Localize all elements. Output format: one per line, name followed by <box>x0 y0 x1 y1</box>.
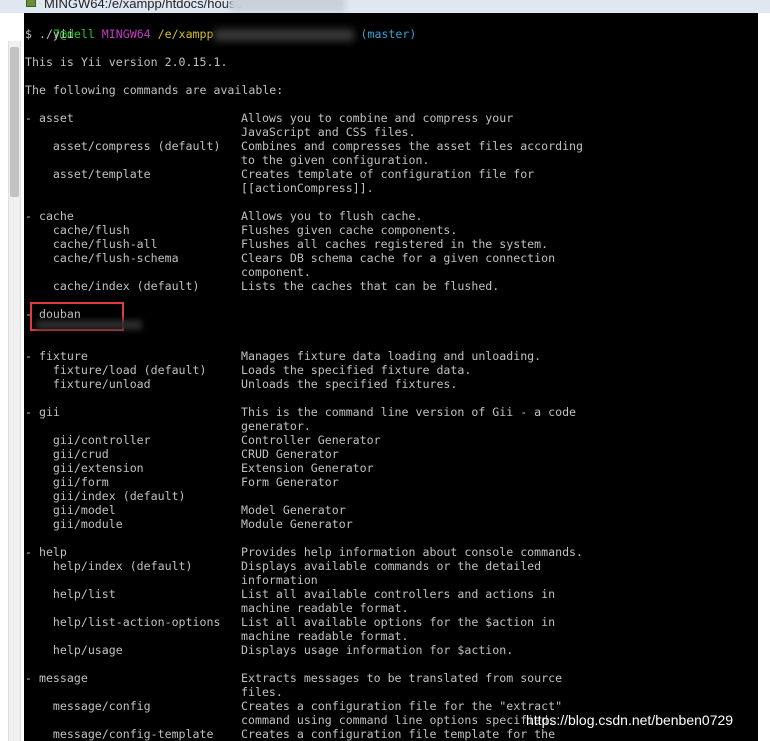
command-description: generator. <box>241 419 311 433</box>
command-description: CRUD Generator <box>241 447 339 461</box>
command-name: help/usage <box>25 643 123 657</box>
command-name: - fixture <box>25 349 88 363</box>
douban-redaction <box>36 320 142 330</box>
command-description: Form Generator <box>241 475 339 489</box>
title-redaction <box>230 0 345 12</box>
window-titlebar: MINGW64:/e/xampp/htdocs/house <box>0 0 770 13</box>
prompt-path: /e/xampp <box>157 27 214 41</box>
command-name: gii/crud <box>25 447 109 461</box>
command-description: This is the command line version of Gii … <box>241 405 577 419</box>
command-description: Lists the caches that can be flushed. <box>241 279 500 293</box>
command-name: gii/index (default) <box>25 489 186 503</box>
command-name: gii/form <box>25 475 109 489</box>
command-name: gii/model <box>25 503 116 517</box>
command-name: cache/index (default) <box>25 279 200 293</box>
command-description: machine readable format. <box>241 601 409 615</box>
command-name: message/config <box>25 699 151 713</box>
command-description: Flushes given cache components. <box>241 223 458 237</box>
command-description: to the given configuration. <box>241 153 430 167</box>
command-description: component. <box>241 265 311 279</box>
right-frame <box>758 13 770 741</box>
command-description: files. <box>241 685 283 699</box>
command-description: List all available options for the $acti… <box>241 615 556 629</box>
command-description: Creates a configuration file for the "ex… <box>241 699 563 713</box>
command-name: - help <box>25 545 67 559</box>
window-title: MINGW64:/e/xampp/htdocs/house <box>44 0 243 11</box>
command-description: Extension Generator <box>241 461 374 475</box>
command-name: - cache <box>25 209 74 223</box>
command-description: machine readable format. <box>241 629 409 643</box>
command-description: JavaScript and CSS files. <box>241 125 416 139</box>
command-name: - asset <box>25 111 74 125</box>
command-description: Loads the specified fixture data. <box>241 363 472 377</box>
command-description: Extracts messages to be translated from … <box>241 671 563 685</box>
command-description: Flushes all caches registered in the sys… <box>241 237 549 251</box>
command-name: cache/flush-all <box>25 237 158 251</box>
command-description: Combines and compresses the asset files … <box>241 139 584 153</box>
command-name: cache/flush-schema <box>25 251 179 265</box>
command-description: Creates a configuration file template fo… <box>241 727 556 741</box>
command-description: command using command line options speci… <box>241 713 556 727</box>
command-description: Controller Generator <box>241 433 381 447</box>
command-name: gii/module <box>25 517 123 531</box>
command-description: Module Generator <box>241 517 353 531</box>
blog-watermark: https://blog.csdn.net/benben0729 <box>526 712 734 728</box>
version-line: This is Yii version 2.0.15.1. <box>25 55 228 69</box>
command-name: fixture/unload <box>25 377 151 391</box>
scrollbar-thumb[interactable] <box>10 47 19 197</box>
command-line: $ ./yii <box>25 27 74 41</box>
commands-heading: The following commands are available: <box>25 83 284 97</box>
command-name: gii/controller <box>25 433 151 447</box>
command-name: asset/template <box>25 167 151 181</box>
command-name: help/list <box>25 587 116 601</box>
command-description: information <box>241 573 318 587</box>
prompt-line: 7@dell MINGW64 /e/xampp (master) <box>25 13 416 41</box>
vertical-scrollbar[interactable] <box>8 41 21 741</box>
command-description: [[actionCompress]]. <box>241 181 374 195</box>
path-redaction <box>213 28 354 41</box>
prompt-branch: (master) <box>360 27 417 41</box>
terminal-icon <box>26 0 36 7</box>
command-name: asset/compress (default) <box>25 139 221 153</box>
command-name: help/index (default) <box>25 559 193 573</box>
left-frame <box>0 13 24 741</box>
command-description: Creates template of configuration file f… <box>241 167 535 181</box>
command-name: fixture/load (default) <box>25 363 207 377</box>
command-name: - gii <box>25 405 60 419</box>
command-description: Manages fixture data loading and unloadi… <box>241 349 542 363</box>
command-name: gii/extension <box>25 461 144 475</box>
command-description: List all available controllers and actio… <box>241 587 556 601</box>
command-description: Clears DB schema cache for a given conne… <box>241 251 556 265</box>
command-name: message/config-template <box>25 727 214 741</box>
command-name: cache/flush <box>25 223 130 237</box>
command-name: help/list-action-options <box>25 615 221 629</box>
prompt-host: MINGW64 <box>101 27 151 41</box>
command-description: Displays usage information for $action. <box>241 643 514 657</box>
terminal-output[interactable]: 7@dell MINGW64 /e/xampp (master) $ ./yii… <box>24 13 758 741</box>
command-description: Model Generator <box>241 503 346 517</box>
command-name: - message <box>25 671 88 685</box>
command-description: Allows you to combine and compress your <box>241 111 514 125</box>
command-description: Allows you to flush cache. <box>241 209 423 223</box>
command-description: Provides help information about console … <box>241 545 584 559</box>
command-description: Unloads the specified fixtures. <box>241 377 458 391</box>
command-description: Displays available commands or the detai… <box>241 559 542 573</box>
